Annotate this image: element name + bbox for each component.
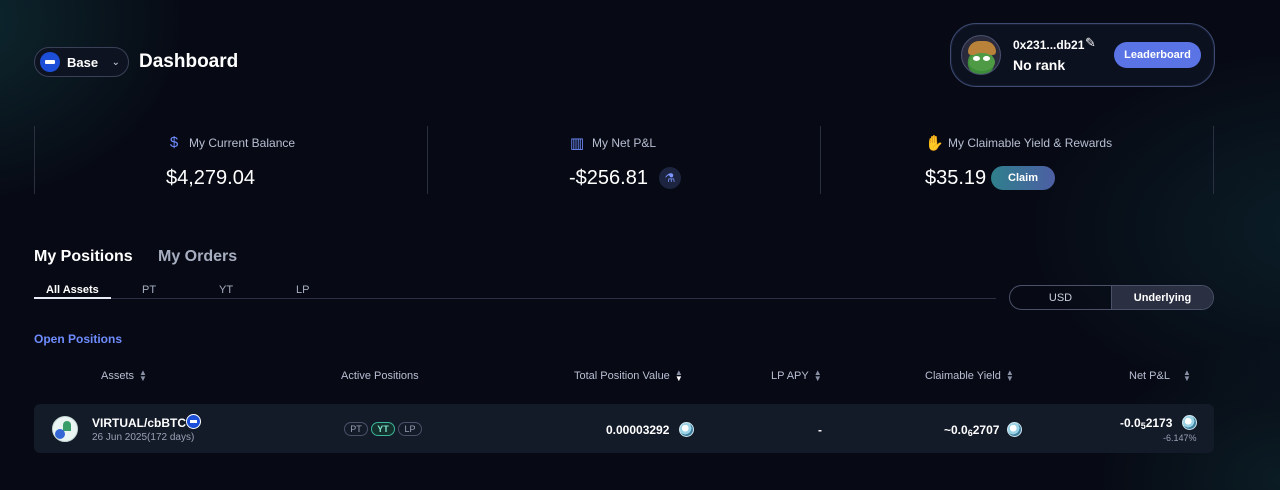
tab-my-positions[interactable]: My Positions (34, 248, 133, 266)
claim-button[interactable]: Claim (991, 166, 1055, 190)
pnl-label: ▥ My Net P&L (569, 135, 657, 152)
leaderboard-button[interactable]: Leaderboard (1114, 42, 1201, 68)
tab-my-orders[interactable]: My Orders (158, 248, 237, 266)
chevron-down-icon: ⌄ (111, 56, 120, 68)
claimable-yield-value: ~0.062707 (944, 423, 1000, 438)
pnl-value: -$256.81 (569, 167, 648, 189)
underlying-token-icon (1007, 422, 1022, 437)
pill-yt[interactable]: YT (371, 422, 395, 436)
dollar-icon: $ (169, 134, 179, 151)
base-network-icon (40, 52, 60, 72)
sort-icon: ▲ ▼ (1182, 368, 1191, 383)
rank-label: No rank (1013, 57, 1066, 73)
subtab-active-indicator (34, 297, 111, 299)
flask-icon[interactable]: ⚗ (659, 167, 681, 189)
divider (427, 126, 428, 194)
balance-value: $4,279.04 (166, 167, 255, 189)
total-position-value: 0.00003292 (606, 423, 670, 437)
balance-label: $ My Current Balance (166, 134, 295, 151)
page-title: Dashboard (139, 51, 239, 72)
sort-icon: ▲ ▼ (139, 368, 147, 383)
toggle-underlying[interactable]: Underlying (1112, 286, 1213, 309)
currency-toggle: USD Underlying (1009, 285, 1214, 310)
pill-pt[interactable]: PT (344, 422, 368, 436)
underlying-token-icon (679, 422, 694, 437)
header-lp-apy[interactable]: LP APY ▲ ▼ (771, 368, 822, 383)
pencil-icon[interactable]: ✎ (1085, 35, 1096, 51)
subtab-yt[interactable]: YT (219, 284, 233, 296)
subtabs-divider (34, 298, 996, 299)
header-active-positions: Active Positions (341, 370, 419, 382)
pill-lp[interactable]: LP (398, 422, 422, 436)
asset-name: VIRTUAL/cbBTC (92, 416, 186, 430)
divider (820, 126, 821, 194)
subtab-all-assets[interactable]: All Assets (46, 284, 99, 296)
section-title: Open Positions (34, 332, 123, 346)
subtab-lp[interactable]: LP (296, 284, 309, 296)
toggle-usd[interactable]: USD (1010, 286, 1112, 309)
hand-icon: ✋ (925, 135, 944, 152)
underlying-token-icon (1182, 415, 1197, 430)
network-label: Base (67, 54, 99, 70)
header-net-pnl[interactable]: Net P&L ▲ ▼ (1129, 368, 1191, 383)
wallet-address: 0x231...db21 (1013, 38, 1085, 52)
divider (34, 126, 35, 194)
lp-apy-value: - (818, 423, 822, 437)
header-claimable-yield[interactable]: Claimable Yield ▲ ▼ (925, 368, 1014, 383)
header-total-position-value[interactable]: Total Position Value ▲ ▼ (574, 368, 683, 383)
sort-icon: ▲ ▼ (674, 368, 683, 383)
avatar[interactable] (961, 35, 1001, 75)
sort-icon: ▲ ▼ (813, 368, 822, 383)
subtab-pt[interactable]: PT (142, 284, 156, 296)
yield-value: $35.19 (925, 167, 987, 189)
divider (1213, 126, 1214, 194)
net-pnl-value: -0.052173 (1120, 416, 1173, 431)
bar-chart-icon: ▥ (569, 135, 585, 152)
yield-label: ✋ My Claimable Yield & Rewards (925, 135, 1113, 152)
sort-icon: ▲ ▼ (1005, 368, 1014, 383)
net-pnl-percent: -6.147% (1163, 433, 1197, 443)
header-assets[interactable]: Assets ▲ ▼ (101, 368, 147, 383)
base-network-icon (186, 414, 201, 429)
asset-icon (52, 416, 78, 442)
asset-maturity: 26 Jun 2025(172 days) (92, 432, 195, 443)
network-selector[interactable]: Base ⌄ (34, 47, 129, 77)
